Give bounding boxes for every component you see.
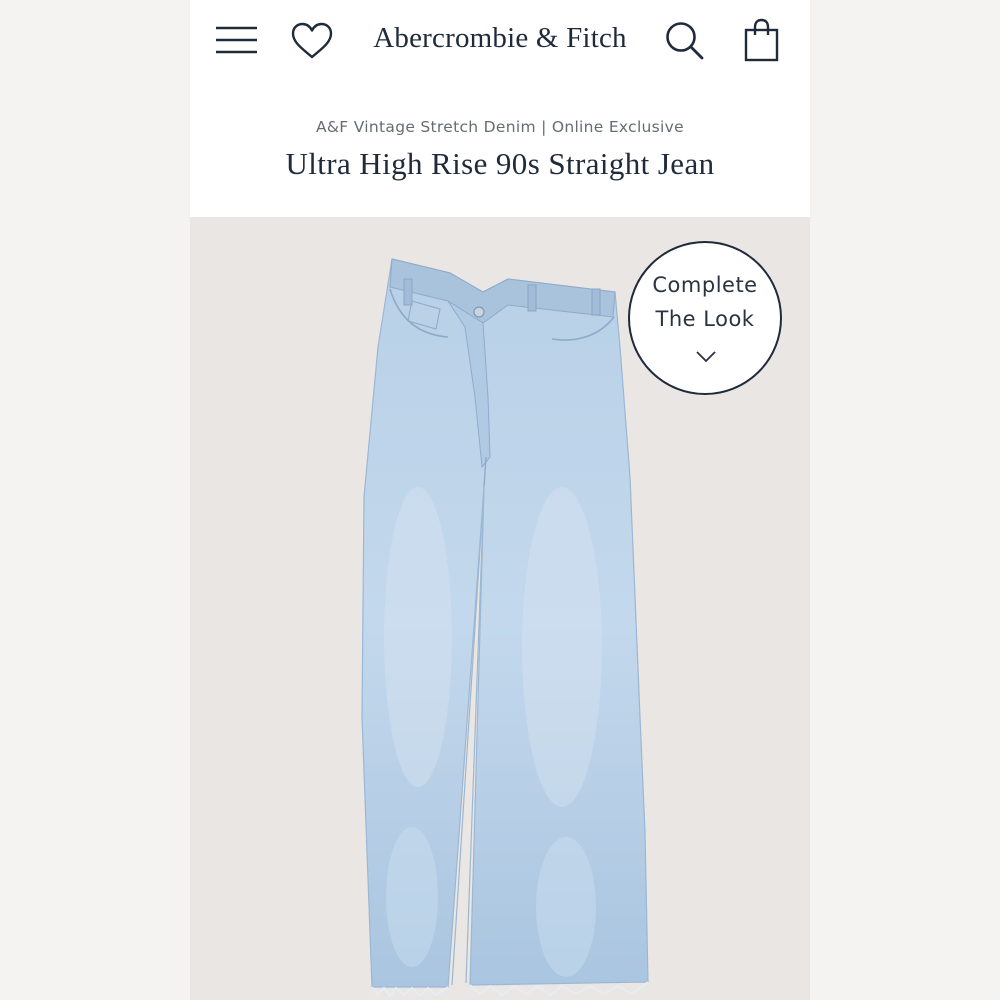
product-title: Ultra High Rise 90s Straight Jean [285, 146, 715, 181]
complete-look-label-line1: Complete [652, 273, 758, 297]
heart-icon[interactable] [290, 22, 334, 60]
product-image[interactable]: Complete The Look [190, 217, 810, 1000]
bag-icon[interactable] [743, 18, 781, 64]
brand-logo[interactable]: Abercrombie & Fitch [370, 18, 630, 58]
complete-the-look-button[interactable]: Complete The Look [628, 241, 782, 395]
menu-icon[interactable] [215, 22, 259, 58]
chevron-down-icon [696, 351, 716, 363]
complete-look-label-line2: The Look [655, 307, 755, 331]
search-icon[interactable] [664, 20, 706, 62]
product-subtitle: A&F Vintage Stretch Denim | Online Exclu… [316, 118, 684, 136]
product-heading: A&F Vintage Stretch Denim | Online Exclu… [190, 80, 810, 217]
top-nav: Abercrombie & Fitch [190, 0, 810, 81]
product-page: Abercrombie & Fitch A&F Vintage Stretch … [190, 0, 810, 1000]
